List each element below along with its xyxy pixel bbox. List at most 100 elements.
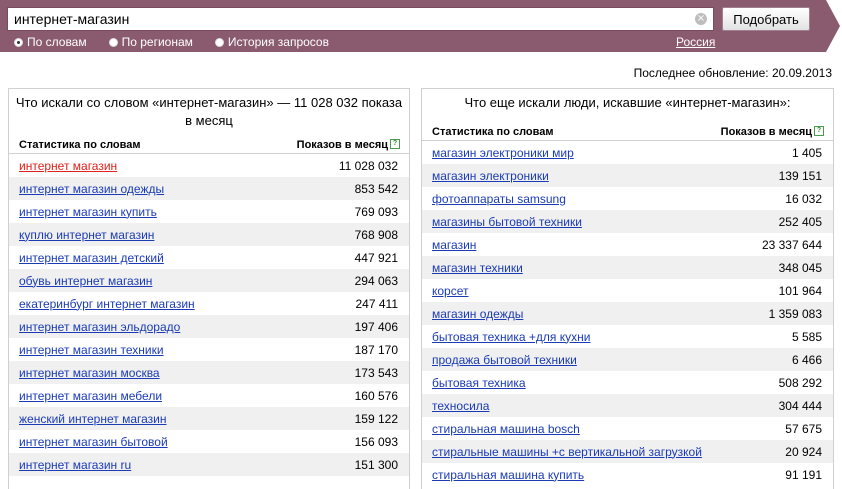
table-row: интернет магазин ru 151 300 [9,453,409,476]
impressions-count: 20 924 [785,444,822,459]
table-row: интернет магазин бытовой 156 093 [9,430,409,453]
impressions-count: 197 406 [354,319,398,334]
table-row: интернет магазин купить 769 093 [9,200,409,223]
phrase-link[interactable]: магазин электроники мир [432,146,574,160]
impressions-count: 156 093 [354,434,398,449]
table-row: фотоаппараты samsung 16 032 [422,187,833,210]
impressions-count: 348 045 [778,260,822,275]
impressions-count: 57 675 [785,421,822,436]
phrase-link[interactable]: интернет магазин бытовой [19,435,168,449]
mode-by-regions[interactable]: По регионам [108,35,193,49]
table-row: техносила 304 444 [422,394,833,417]
search-band-arrow [826,0,840,52]
table-row: женский интернет магазин 159 122 [9,407,409,430]
phrase-link[interactable]: магазин техники [432,261,523,275]
clear-icon[interactable]: × [695,13,707,25]
phrase-link[interactable]: интернет магазин детский [19,251,164,265]
impressions-count: 294 063 [354,273,398,288]
phrase-link[interactable]: интернет магазин москва [19,366,160,380]
impressions-count: 447 921 [354,250,398,265]
phrase-link[interactable]: куплю интернет магазин [19,228,154,242]
table-row: интернет магазин техники 187 170 [9,338,409,361]
phrase-link[interactable]: интернет магазин [19,159,117,173]
impressions-count: 160 576 [354,388,398,403]
phrase-link[interactable]: стиральные машины +с вертикальной загруз… [432,445,702,459]
table-row: магазин техники 348 045 [422,256,833,279]
impressions-count: 11 028 032 [338,158,398,173]
phrase-link[interactable]: корсет [432,284,469,298]
impressions-count: 91 191 [785,467,822,482]
table-row: продажа бытовой техники 6 466 [422,348,833,371]
mode-label: По словам [27,35,87,49]
table-row: куплю интернет магазин 768 908 [9,223,409,246]
mode-by-words[interactable]: По словам [14,35,87,49]
col-count: Показов в месяц? [297,139,400,151]
help-icon[interactable]: ? [390,139,400,149]
impressions-count: 151 300 [354,457,398,472]
impressions-count: 5 585 [791,329,822,344]
phrase-link[interactable]: интернет магазин одежды [19,182,164,196]
impressions-count: 508 292 [778,375,822,390]
phrase-link[interactable]: магазины бытовой техники [432,215,582,229]
impressions-count: 139 151 [778,168,822,183]
radio-selected-icon[interactable] [14,37,23,47]
mode-label: По регионам [121,35,193,49]
phrase-link[interactable]: продажа бытовой техники [432,353,577,367]
phrase-link[interactable]: магазин электроники [432,169,549,183]
right-rows: магазин электроники мир 1 405 магазин элек… [422,141,833,486]
phrase-link[interactable]: интернет магазин мебели [19,389,162,403]
search-box: × [7,7,714,31]
phrase-link[interactable]: бытовая техника +для кухни [432,330,590,344]
table-row: бытовая техника 508 292 [422,371,833,394]
phrase-link[interactable]: интернет магазин ru [19,458,131,472]
impressions-count: 23 337 644 [761,237,822,252]
mode-history[interactable]: История запросов [214,35,329,49]
impressions-count: 16 032 [785,191,822,206]
phrase-link[interactable]: техносила [432,399,489,413]
right-table-header: Статистика по словам Показов в месяц? [422,124,833,141]
phrase-link[interactable]: обувь интернет магазин [19,274,152,288]
right-panel-title: Что еще искали люди, искавшие «интернет-… [464,95,791,110]
impressions-count: 187 170 [354,342,398,357]
phrase-link[interactable]: интернет магазин купить [19,205,157,219]
impressions-count: 252 405 [778,214,822,229]
table-row: магазины бытовой техники 252 405 [422,210,833,233]
table-row: екатеринбург интернет магазин 247 411 [9,292,409,315]
search-mode-group: По словам По регионам История запросов [14,35,351,49]
help-icon[interactable]: ? [814,126,824,136]
phrase-link[interactable]: интернет магазин техники [19,343,164,357]
phrase-link[interactable]: женский интернет магазин [19,412,167,426]
phrase-link[interactable]: бытовая техника [432,376,526,390]
phrase-link[interactable]: интернет магазин эльдорадо [19,320,180,334]
phrase-link[interactable]: магазин [432,238,476,252]
phrase-link[interactable]: фотоаппараты samsung [432,192,566,206]
phrase-link[interactable]: стиральная машина купить [432,468,584,482]
table-row: магазин одежды 1 359 083 [422,302,833,325]
phrase-link[interactable]: екатеринбург интернет магазин [19,297,195,311]
table-row: магазин 23 337 644 [422,233,833,256]
table-row: интернет магазин москва 173 543 [9,361,409,384]
left-panel: Что искали со словом «интернет-магазин» … [8,88,410,489]
table-row: стиральная машина купить 91 191 [422,463,833,486]
table-row: интернет магазин мебели 160 576 [9,384,409,407]
impressions-count: 304 444 [778,398,822,413]
table-row: интернет магазин 11 028 032 [9,154,409,177]
region-link[interactable]: Россия [676,35,715,49]
radio-icon[interactable] [214,37,224,47]
table-row: интернет магазин детский 447 921 [9,246,409,269]
table-row: обувь интернет магазин 294 063 [9,269,409,292]
mode-label: История запросов [227,35,329,49]
impressions-count: 768 908 [354,227,398,242]
search-input[interactable] [8,8,700,30]
col-count: Показов в месяц? [721,126,824,138]
left-panel-title: Что искали со словом «интернет-магазин» … [15,95,403,128]
table-row: магазин электроники мир 1 405 [422,141,833,164]
radio-icon[interactable] [108,37,118,47]
table-row: корсет 101 964 [422,279,833,302]
phrase-link[interactable]: стиральная машина bosch [432,422,580,436]
phrase-link[interactable]: магазин одежды [432,307,523,321]
right-panel: Что еще искали люди, искавшие «интернет-… [421,88,834,489]
col-phrase: Статистика по словам [19,139,141,151]
submit-button[interactable]: Подобрать [722,7,810,31]
impressions-count: 853 542 [354,181,398,196]
